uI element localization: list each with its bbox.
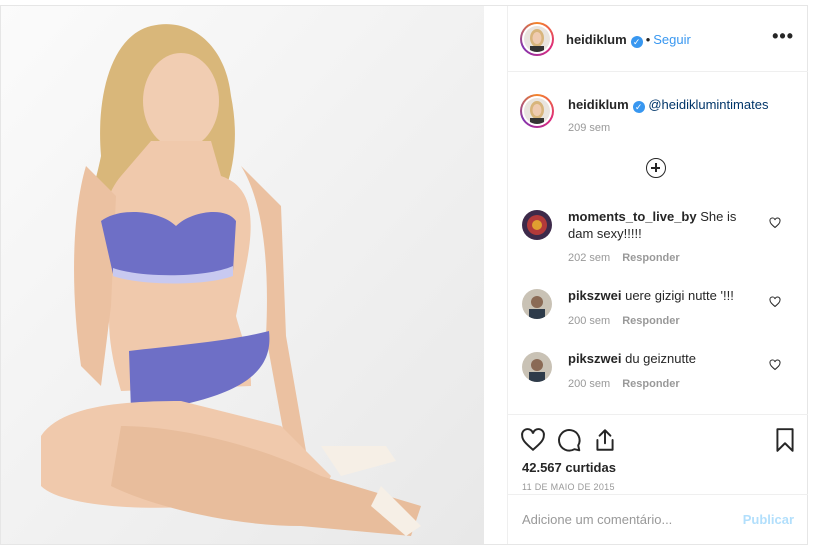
avatar-image xyxy=(522,210,552,240)
comments-section: heidiklum ✓ @heidiklumintimates 209 sem m… xyxy=(508,72,808,414)
more-options-icon[interactable]: ••• xyxy=(772,26,794,47)
caption-avatar[interactable] xyxy=(520,94,554,128)
reply-button[interactable]: Responder xyxy=(622,315,679,327)
comment-text: uere gizigi nutte '!!! xyxy=(625,288,734,303)
comment-text-block: moments_to_live_by She is dam sexy!!!!! xyxy=(568,208,758,242)
separator-dot: • xyxy=(645,32,651,47)
verified-badge-icon: ✓ xyxy=(632,101,645,113)
comment-time[interactable]: 202 sem xyxy=(568,252,610,264)
heart-icon[interactable] xyxy=(520,427,546,453)
bookmark-ribbon xyxy=(776,428,794,452)
heart-outline xyxy=(769,359,781,371)
post-actions: 42.567 curtidas 11 DE MAIO DE 2015 xyxy=(508,414,808,494)
reply-button[interactable]: Responder xyxy=(622,252,679,264)
commenter-avatar[interactable] xyxy=(522,289,552,319)
photo-illustration xyxy=(1,6,484,544)
share-upload xyxy=(596,429,614,451)
comment-time[interactable]: 200 sem xyxy=(568,315,610,327)
likes-count[interactable]: 42.567 curtidas xyxy=(522,460,616,475)
comment-meta: 202 sem Responder xyxy=(568,252,692,264)
instagram-post: heidiklum ✓ • Seguir ••• heidiklum ✓ @heidik… xyxy=(0,5,808,545)
comment-icon[interactable] xyxy=(556,427,582,453)
post-date[interactable]: 11 DE MAIO DE 2015 xyxy=(522,482,615,492)
heart-outline xyxy=(769,296,781,308)
avatar-image xyxy=(522,289,552,319)
avatar-image xyxy=(524,26,550,52)
share-icon[interactable] xyxy=(592,427,618,453)
avatar-image xyxy=(522,352,552,382)
heart-icon[interactable] xyxy=(769,216,781,229)
publish-button[interactable]: Publicar xyxy=(743,512,794,527)
plus-circle-icon[interactable] xyxy=(646,158,666,178)
comment-meta: 200 sem Responder xyxy=(568,315,692,327)
author-username[interactable]: heidiklum xyxy=(566,32,627,47)
comment-username[interactable]: moments_to_live_by xyxy=(568,209,697,224)
comment-username[interactable]: pikszwei xyxy=(568,351,621,366)
comment-text: du geiznutte xyxy=(625,351,696,366)
comment-meta: 200 sem Responder xyxy=(568,378,692,390)
comment-time[interactable]: 200 sem xyxy=(568,378,610,390)
comment-input[interactable]: Adicione um comentário... xyxy=(522,512,672,527)
post-sidebar: heidiklum ✓ • Seguir ••• heidiklum ✓ @heidik… xyxy=(507,6,808,544)
caption-username[interactable]: heidiklum xyxy=(568,97,629,112)
author-name-row: heidiklum ✓ • Seguir xyxy=(566,32,691,48)
avatar-image xyxy=(524,98,550,124)
caption-mention[interactable]: @heidiklumintimates xyxy=(648,97,768,112)
heart-outline xyxy=(769,217,781,229)
heart-icon[interactable] xyxy=(769,295,781,308)
add-comment-bar: Adicione um comentário... Publicar xyxy=(508,494,808,544)
comment-username[interactable]: pikszwei xyxy=(568,288,621,303)
post-header: heidiklum ✓ • Seguir ••• xyxy=(508,6,808,72)
heart-icon[interactable] xyxy=(769,358,781,371)
caption-text: heidiklum ✓ @heidiklumintimates xyxy=(568,97,768,113)
comment-bubble xyxy=(558,429,581,452)
author-avatar[interactable] xyxy=(520,22,554,56)
bookmark-icon[interactable] xyxy=(772,427,798,453)
caption-time[interactable]: 209 sem xyxy=(568,122,610,134)
commenter-avatar[interactable] xyxy=(522,210,552,240)
follow-button[interactable]: Seguir xyxy=(653,32,691,47)
reply-button[interactable]: Responder xyxy=(622,378,679,390)
commenter-avatar[interactable] xyxy=(522,352,552,382)
post-photo[interactable] xyxy=(1,6,484,544)
comment-text-block: pikszwei du geiznutte xyxy=(568,350,758,367)
comment-text-block: pikszwei uere gizigi nutte '!!! xyxy=(568,287,758,304)
like-heart xyxy=(521,428,545,452)
verified-badge-icon: ✓ xyxy=(630,36,643,48)
